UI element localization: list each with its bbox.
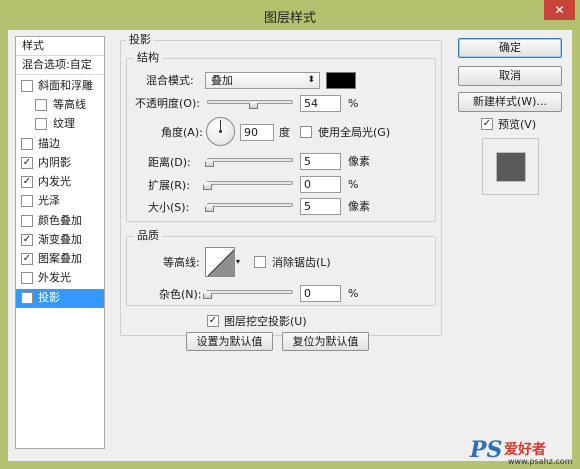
inner-shadow-checkbox[interactable]: ✓	[21, 157, 33, 169]
distance-input[interactable]: 5	[300, 153, 341, 170]
updown-arrow-icon: ⬍	[307, 75, 315, 85]
preview-checkbox[interactable]: ✓	[481, 118, 493, 130]
style-item-inner-glow[interactable]: ✓ 内发光	[16, 173, 104, 192]
contour-checkbox[interactable]	[35, 99, 47, 111]
knockout-checkbox[interactable]: ✓	[207, 315, 219, 327]
title-bar: 图层样式 ✕	[0, 0, 580, 30]
inner-glow-checkbox[interactable]: ✓	[21, 176, 33, 188]
noise-slider[interactable]	[207, 290, 293, 294]
style-item-outer-glow[interactable]: 外发光	[16, 269, 104, 288]
distance-unit: 像素	[348, 155, 370, 168]
noise-label: 杂色(N):	[159, 288, 202, 301]
opacity-input[interactable]: 54	[300, 95, 341, 112]
style-item-contour[interactable]: 等高线	[16, 96, 104, 115]
size-label: 大小(S):	[148, 201, 190, 214]
make-default-button[interactable]: 设置为默认值	[186, 332, 273, 351]
close-icon[interactable]: ✕	[544, 0, 575, 20]
antialias-checkbox[interactable]	[254, 256, 266, 268]
watermark: PS 爱好者 www.psahz.com	[470, 437, 578, 467]
preview-swatch	[497, 153, 525, 181]
noise-input[interactable]: 0	[300, 285, 341, 302]
style-item-inner-shadow[interactable]: ✓ 内阴影	[16, 154, 104, 173]
blend-mode-value: 叠加	[211, 74, 233, 87]
size-slider[interactable]	[207, 203, 293, 207]
structure-title: 结构	[134, 52, 162, 64]
ok-button[interactable]: 确定	[458, 38, 562, 58]
angle-label: 角度(A):	[161, 126, 203, 139]
style-list: 样式 混合选项:自定 斜面和浮雕 等高线 纹理 描边 ✓ 内阴影 ✓ 内发光 光…	[15, 36, 105, 449]
contour-curve-icon	[207, 249, 234, 276]
style-item-pattern-overlay[interactable]: ✓ 图案叠加	[16, 250, 104, 269]
antialias-label: 消除锯齿(L)	[272, 256, 331, 269]
style-list-header[interactable]: 样式	[16, 37, 104, 56]
size-unit: 像素	[348, 200, 370, 213]
spread-label: 扩展(R):	[148, 179, 190, 192]
outer-glow-checkbox[interactable]	[21, 272, 33, 284]
shadow-color-swatch[interactable]	[326, 72, 356, 89]
preview-label: 预览(V)	[498, 118, 537, 131]
style-item-color-overlay[interactable]: 颜色叠加	[16, 212, 104, 231]
dialog-body: 样式 混合选项:自定 斜面和浮雕 等高线 纹理 描边 ✓ 内阴影 ✓ 内发光 光…	[8, 30, 572, 461]
window-title: 图层样式	[263, 11, 316, 26]
section-title: 投影	[126, 34, 154, 46]
style-item-drop-shadow[interactable]: ✓ 投影	[16, 289, 104, 308]
global-light-checkbox[interactable]	[300, 126, 312, 138]
texture-checkbox[interactable]	[35, 118, 47, 130]
gradient-overlay-checkbox[interactable]: ✓	[21, 234, 33, 246]
reset-default-button[interactable]: 复位为默认值	[282, 332, 369, 351]
distance-label: 距离(D):	[148, 156, 191, 169]
pattern-overlay-checkbox[interactable]: ✓	[21, 253, 33, 265]
angle-input[interactable]: 90	[240, 124, 274, 141]
new-style-button[interactable]: 新建样式(W)...	[458, 92, 562, 112]
knockout-label: 图层挖空投影(U)	[224, 315, 307, 328]
blend-mode-select[interactable]: 叠加 ⬍	[205, 72, 320, 89]
spread-unit: %	[348, 178, 359, 191]
style-item-gradient-overlay[interactable]: ✓ 渐变叠加	[16, 231, 104, 250]
watermark-url: www.psahz.com	[508, 457, 573, 466]
opacity-label: 不透明度(O):	[135, 97, 200, 110]
stroke-checkbox[interactable]	[21, 138, 33, 150]
drop-shadow-checkbox[interactable]: ✓	[21, 292, 33, 304]
angle-dial[interactable]	[206, 117, 235, 146]
watermark-name: 爱好者	[504, 442, 546, 458]
spread-slider[interactable]	[207, 181, 293, 185]
cancel-button[interactable]: 取消	[458, 66, 562, 86]
style-preview	[482, 138, 539, 195]
size-input[interactable]: 5	[300, 198, 341, 215]
contour-preview[interactable]	[205, 247, 235, 277]
quality-title: 品质	[134, 230, 162, 242]
bevel-emboss-checkbox[interactable]	[21, 80, 33, 92]
contour-label: 等高线:	[163, 256, 200, 269]
style-item-satin[interactable]: 光泽	[16, 192, 104, 211]
distance-slider[interactable]	[207, 158, 293, 162]
color-overlay-checkbox[interactable]	[21, 215, 33, 227]
style-item-bevel-emboss[interactable]: 斜面和浮雕	[16, 77, 104, 96]
contour-dropdown-icon[interactable]: ▾	[236, 257, 240, 266]
watermark-logo: PS	[470, 437, 503, 463]
opacity-unit: %	[348, 97, 359, 110]
global-light-label: 使用全局光(G)	[318, 126, 391, 139]
spread-input[interactable]: 0	[300, 176, 341, 193]
angle-unit: 度	[279, 126, 290, 139]
style-item-stroke[interactable]: 描边	[16, 135, 104, 154]
satin-checkbox[interactable]	[21, 195, 33, 207]
style-item-texture[interactable]: 纹理	[16, 115, 104, 134]
style-list-blend-options[interactable]: 混合选项:自定	[16, 56, 104, 75]
noise-unit: %	[348, 287, 359, 300]
blend-mode-label: 混合模式:	[146, 74, 194, 87]
